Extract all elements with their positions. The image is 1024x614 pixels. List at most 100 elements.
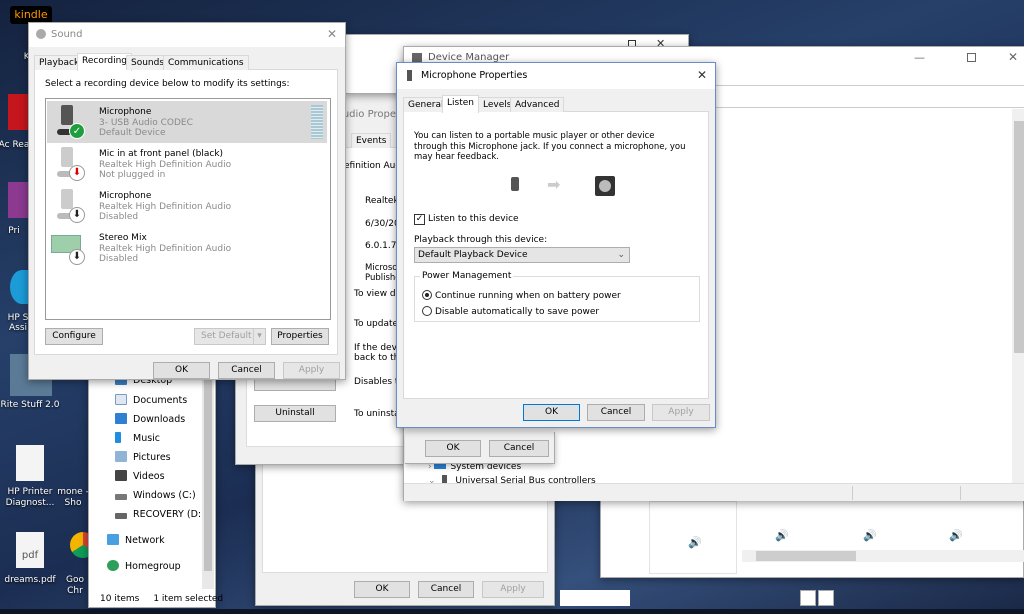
drive-icon [115, 513, 127, 519]
view-details-text: To view de [354, 289, 402, 299]
tab-listen[interactable]: Listen [442, 95, 479, 113]
configure-button[interactable]: Configure [45, 328, 103, 345]
nav-label: Downloads [133, 414, 186, 425]
nav-scrollbar[interactable] [202, 371, 214, 589]
status-bar: 10 items 1 item selected [89, 591, 223, 607]
close-icon[interactable]: ✕ [697, 68, 707, 82]
nav-pictures[interactable]: Pictures [115, 450, 171, 466]
driver-provider: Realtek [365, 196, 399, 206]
microphone-icon [511, 177, 519, 191]
nav-label: Homegroup [125, 561, 181, 572]
uninstall-button[interactable]: Uninstall [254, 405, 336, 422]
taskbar [0, 609, 1024, 614]
tab-events[interactable]: Events [351, 133, 392, 148]
pdf-file-icon[interactable]: pdf [16, 532, 44, 568]
level-meter [311, 105, 323, 139]
window-title: Sound [51, 29, 83, 40]
speaker-icon[interactable]: 🔊 [949, 529, 963, 542]
device-list[interactable]: ✓ Microphone 3- USB Audio CODEC Default De… [45, 98, 331, 320]
device-list-item[interactable]: ⬇ Mic in at front panel (black) Realtek H… [47, 143, 329, 185]
file-explorer-window: Desktop Documents Downloads Music Pictur… [88, 370, 223, 608]
apply-button[interactable]: Apply [652, 404, 710, 421]
apply-button[interactable]: Apply [482, 581, 544, 598]
desktop-icon-label[interactable]: HP Printer Diagnost... [0, 487, 60, 509]
realtek-ok-cancel-strip: OK Cancel [405, 432, 555, 464]
usb-icon [442, 475, 448, 483]
publisher-icon[interactable] [8, 182, 30, 218]
device-list-item[interactable]: ⬇ Microphone Realtek High Definition Audi… [47, 185, 329, 227]
sound-card-icon: ⬇ [51, 229, 87, 267]
chevron-down-icon: ⌄ [617, 250, 625, 260]
selection-count: 1 item selected [153, 594, 224, 604]
large-icons-view-icon[interactable] [818, 590, 834, 606]
cancel-button[interactable]: Cancel [587, 404, 645, 421]
nav-windows-c[interactable]: Windows (C:) [115, 488, 196, 504]
minimize-icon[interactable]: — [914, 51, 925, 64]
mixer-channel: 🔊 [649, 501, 737, 574]
nav-recovery-d[interactable]: RECOVERY (D:) [115, 507, 205, 523]
nav-pane: Desktop Documents Downloads Music Pictur… [89, 371, 215, 589]
radio-disable-automatically[interactable]: Disable automatically to save power [422, 306, 599, 317]
close-icon[interactable]: ✕ [1008, 50, 1018, 64]
chevron-down-icon: ▾ [253, 329, 265, 344]
desktop-icon-label[interactable]: Goo Chr [60, 575, 90, 597]
cancel-button[interactable]: Cancel [418, 581, 474, 598]
file-icon[interactable] [16, 445, 44, 481]
radio-continue-running[interactable]: Continue running when on battery power [422, 290, 621, 301]
pictures-icon [115, 451, 127, 462]
cancel-button[interactable]: Cancel [218, 362, 275, 379]
ok-button[interactable]: OK [354, 581, 410, 598]
listen-checkbox[interactable]: ✓ [414, 214, 425, 225]
down-arrow-icon: ⬇ [69, 207, 85, 223]
cancel-button[interactable]: Cancel [489, 440, 549, 457]
nav-videos[interactable]: Videos [115, 469, 165, 485]
close-icon[interactable]: ✕ [327, 27, 337, 41]
nav-music[interactable]: Music [115, 431, 160, 447]
desktop-icon-label[interactable]: Rite Stuff 2.0 [0, 400, 60, 410]
tab-communications[interactable]: Communications [163, 55, 249, 70]
vertical-scrollbar[interactable] [1012, 109, 1024, 483]
desktop-icon-label[interactable]: mone - Sho [56, 487, 90, 509]
arrow-right-icon: ➡ [547, 175, 561, 194]
ok-button[interactable]: OK [425, 440, 481, 457]
playback-device-select[interactable]: Default Playback Device ⌄ [414, 247, 630, 263]
microphone-icon: ⬇ [53, 187, 87, 225]
properties-button[interactable]: Properties [271, 328, 329, 345]
device-list-item[interactable]: ✓ Microphone 3- USB Audio CODEC Default De… [47, 101, 327, 143]
view-toggle-icons[interactable] [560, 590, 630, 606]
ok-button[interactable]: OK [523, 404, 580, 421]
microphone-icon: ⬇ [53, 145, 87, 183]
desktop-icon-label[interactable]: dreams.pdf [0, 575, 60, 585]
set-default-button[interactable]: Set Default ▾ [194, 328, 266, 345]
maximize-icon[interactable] [967, 53, 976, 62]
down-arrow-icon: ⬇ [69, 249, 85, 265]
apply-button[interactable]: Apply [283, 362, 340, 379]
nav-homegroup[interactable]: Homegroup [107, 559, 181, 575]
nav-downloads[interactable]: Downloads [115, 412, 185, 428]
nav-label: Music [133, 433, 161, 444]
network-icon [107, 534, 119, 545]
tab-recording[interactable]: Recording [77, 53, 133, 71]
acrobat-icon[interactable] [8, 94, 30, 130]
speaker-icon[interactable]: 🔊 [775, 529, 789, 542]
listen-description: You can listen to a portable music playe… [414, 131, 686, 162]
speaker-icon[interactable]: 🔊 [863, 529, 877, 542]
nav-label: Videos [133, 471, 165, 482]
device-name: efinition Audi [344, 161, 404, 171]
driver-date: 6/30/20 [365, 219, 400, 229]
red-down-arrow-icon: ⬇ [69, 165, 85, 181]
ok-button[interactable]: OK [153, 362, 210, 379]
tab-advanced[interactable]: Advanced [510, 97, 565, 112]
speaker-icon[interactable]: 🔊 [688, 536, 702, 549]
listen-checkbox-label[interactable]: Listen to this device [428, 214, 519, 224]
sound-dialog: Sound ✕ Playback Recording Sounds Commun… [28, 22, 346, 380]
horizontal-scrollbar[interactable] [742, 550, 1024, 562]
instruction-text: Select a recording device below to modif… [45, 79, 290, 89]
nav-network[interactable]: Network [107, 533, 165, 549]
videos-icon [115, 470, 127, 481]
window-title: Microphone Properties [421, 70, 528, 81]
details-view-icon[interactable] [800, 590, 816, 606]
nav-documents[interactable]: Documents [115, 393, 187, 409]
device-list-item[interactable]: ⬇ Stereo Mix Realtek High Definition Audi… [47, 227, 329, 269]
power-management-group: Power Management Continue running when o… [414, 271, 700, 322]
